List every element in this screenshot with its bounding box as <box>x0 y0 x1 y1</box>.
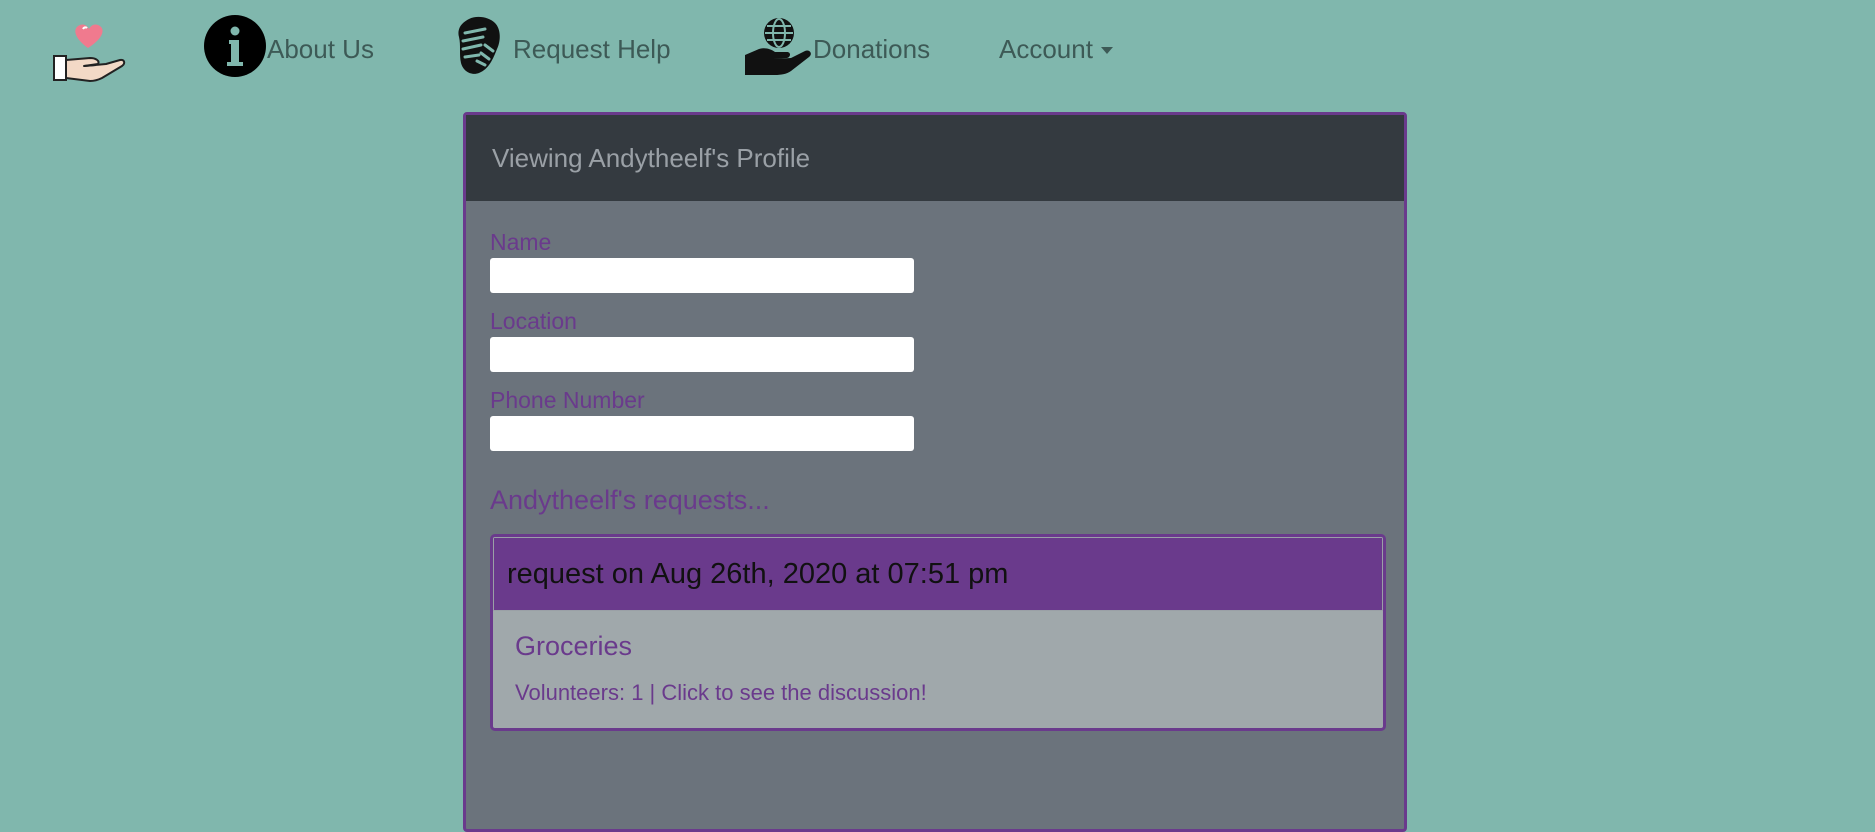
info-icon <box>203 14 267 85</box>
handshake-icon <box>455 15 503 84</box>
nav-account-label: Account <box>999 33 1093 64</box>
location-field[interactable] <box>490 337 914 372</box>
request-card-header: request on Aug 26th, 2020 at 07:51 pm <box>493 537 1383 611</box>
profile-card-body: Name Location Phone Number Andytheelf's … <box>466 201 1404 731</box>
requests-heading: Andytheelf's requests... <box>490 485 770 515</box>
nav-request-help[interactable]: Request Help <box>455 16 671 82</box>
phone-label: Phone Number <box>490 387 645 413</box>
navbar: About Us Request Help Donations Account <box>0 0 1875 100</box>
location-label: Location <box>490 308 577 334</box>
profile-title: Viewing Andytheelf's Profile <box>492 142 811 173</box>
heart-hand-icon <box>53 24 126 82</box>
name-label: Name <box>490 229 552 255</box>
nav-donations-label: Donations <box>813 33 931 64</box>
request-date: request on Aug 26th, 2020 at 07:51 pm <box>507 557 1009 590</box>
caret-down-icon <box>1100 46 1113 54</box>
globe-hand-icon <box>743 15 813 84</box>
name-field[interactable] <box>490 258 914 293</box>
phone-field[interactable] <box>490 416 914 451</box>
nav-donations[interactable]: Donations <box>743 16 930 82</box>
nav-about-label: About Us <box>267 33 374 64</box>
nav-account-dropdown[interactable]: Account <box>999 16 1113 82</box>
brand-logo[interactable] <box>50 18 128 86</box>
request-card[interactable]: request on Aug 26th, 2020 at 07:51 pm Gr… <box>490 534 1386 731</box>
request-title: Groceries <box>515 631 633 661</box>
request-card-body: Groceries Volunteers: 1 | Click to see t… <box>493 611 1383 728</box>
nav-request-help-label: Request Help <box>513 33 671 64</box>
profile-card: Viewing Andytheelf's Profile Name Locati… <box>463 112 1407 832</box>
request-discussion-link[interactable]: Volunteers: 1 | Click to see the discuss… <box>515 680 1361 706</box>
nav-about[interactable]: About Us <box>203 14 374 85</box>
profile-card-header: Viewing Andytheelf's Profile <box>466 115 1404 201</box>
